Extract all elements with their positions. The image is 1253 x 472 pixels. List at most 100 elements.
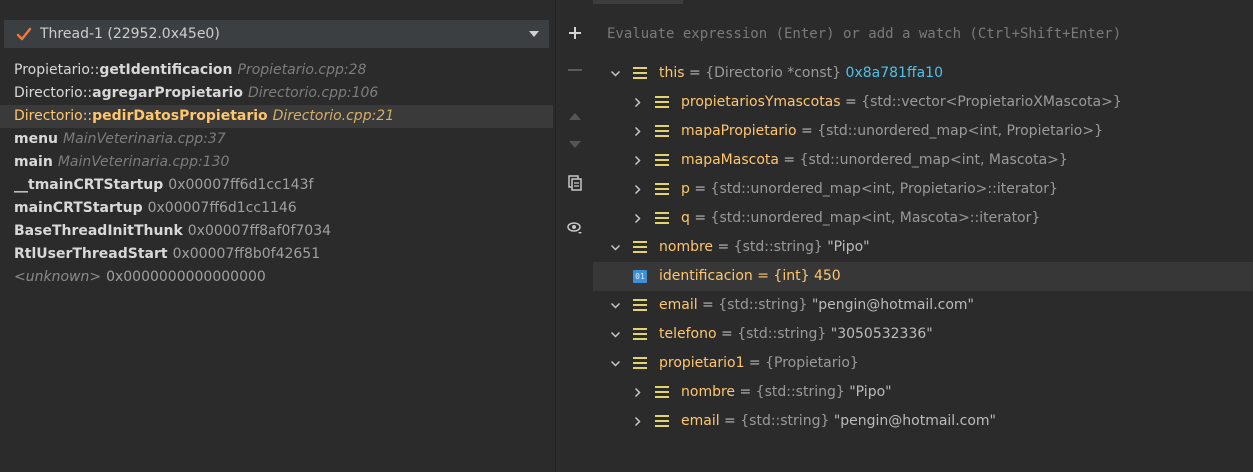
frame-fn-name: agregarPropietario xyxy=(92,85,243,101)
chevron-right-icon[interactable] xyxy=(633,417,642,426)
variable-type: {std::unordered_map<int, Propietario>} xyxy=(817,123,1103,139)
chevron-right-icon[interactable] xyxy=(633,388,642,397)
frame-unknown: <unknown> xyxy=(14,269,102,285)
frame-address: 0x00007ff8b0f42651 xyxy=(172,246,321,262)
variable-type: {std::unordered_map<int, Mascota>} xyxy=(799,152,1068,168)
variable-name: this xyxy=(659,65,685,81)
frame-list: Propietario::getIdentificacion Propietari… xyxy=(0,59,553,289)
struct-icon xyxy=(655,212,669,224)
struct-icon xyxy=(655,96,669,108)
variable-type: {Directorio *const} xyxy=(705,65,842,81)
chevron-down-icon[interactable] xyxy=(611,69,620,78)
frame-item[interactable]: Propietario::getIdentificacion Propietari… xyxy=(0,59,553,82)
variable-row-selected[interactable]: 01 identificacion = {int} 450 xyxy=(593,262,1253,291)
duplicate-icon xyxy=(568,175,582,191)
remove-watch-button[interactable] xyxy=(556,68,594,72)
frame-item[interactable]: BaseThreadInitThunk 0x00007ff8af0f7034 xyxy=(0,220,553,243)
move-down-button[interactable] xyxy=(556,141,594,149)
chevron-right-icon[interactable] xyxy=(633,185,642,194)
frame-location: Directorio.cpp:21 xyxy=(272,108,395,124)
thread-label: Thread-1 (22952.0x45e0) xyxy=(40,26,220,42)
variable-value: 0x8a781ffa10 xyxy=(845,65,943,81)
struct-icon xyxy=(655,154,669,166)
chevron-down-icon[interactable] xyxy=(611,301,620,310)
variable-value: "Pipo" xyxy=(849,384,892,400)
variable-row[interactable]: mapaMascota = {std::unordered_map<int, M… xyxy=(593,146,1253,175)
chevron-right-icon[interactable] xyxy=(633,127,642,136)
variable-row[interactable]: propietariosYmascotas = {std::vector<Pro… xyxy=(593,88,1253,117)
struct-icon xyxy=(655,125,669,137)
variable-name: mapaPropietario xyxy=(681,123,797,139)
frames-panel: Thread-1 (22952.0x45e0) Propietario::get… xyxy=(0,0,553,472)
struct-icon xyxy=(655,386,669,398)
move-up-button[interactable] xyxy=(556,112,594,120)
chevron-down-icon[interactable] xyxy=(529,31,539,37)
variable-type: {std::string} xyxy=(737,326,827,342)
frame-item[interactable]: RtlUserThreadStart 0x00007ff8b0f42651 xyxy=(0,243,553,266)
plus-icon xyxy=(569,27,581,39)
frame-address: 0x0000000000000000 xyxy=(106,269,266,285)
frame-address: 0x00007ff6d1cc1146 xyxy=(147,200,297,216)
variable-row[interactable]: q = {std::unordered_map<int, Mascota>::i… xyxy=(593,204,1253,233)
frame-fn-name: __tmainCRTStartup xyxy=(14,177,164,193)
chevron-down-icon[interactable] xyxy=(611,359,620,368)
variable-type: {std::vector<PropietarioXMascota>} xyxy=(861,94,1122,110)
duplicate-watch-button[interactable] xyxy=(556,175,594,191)
variable-row[interactable]: nombre = {std::string} "Pipo" xyxy=(593,233,1253,262)
chevron-right-icon[interactable] xyxy=(633,98,642,107)
variable-row[interactable]: nombre = {std::string} "Pipo" xyxy=(593,378,1253,407)
watch-input[interactable]: Evaluate expression (Enter) or add a wat… xyxy=(593,18,1253,50)
frame-item[interactable]: main MainVeterinaria.cpp:130 xyxy=(0,151,553,174)
variable-row[interactable]: mapaPropietario = {std::unordered_map<in… xyxy=(593,117,1253,146)
frame-fn-name: menu xyxy=(14,131,59,147)
struct-icon xyxy=(633,241,647,253)
chevron-down-icon[interactable] xyxy=(611,243,620,252)
struct-icon xyxy=(655,415,669,427)
show-watches-button[interactable] xyxy=(556,221,594,235)
variable-row[interactable]: p = {std::unordered_map<int, Propietario… xyxy=(593,175,1253,204)
frame-location: Directorio.cpp:106 xyxy=(247,85,379,101)
frame-item[interactable]: __tmainCRTStartup 0x00007ff6d1cc143f xyxy=(0,174,553,197)
add-watch-button[interactable] xyxy=(556,26,594,40)
frame-item[interactable]: mainCRTStartup 0x00007ff6d1cc1146 xyxy=(0,197,553,220)
variable-name: p xyxy=(681,181,690,197)
variable-type: {std::string} xyxy=(755,384,845,400)
chevron-right-icon[interactable] xyxy=(633,156,642,165)
check-icon xyxy=(16,27,32,41)
variable-value: 450 xyxy=(813,268,841,284)
frame-item[interactable]: <unknown> 0x0000000000000000 xyxy=(0,266,553,289)
frame-item[interactable]: Directorio::agregarPropietario Directorio… xyxy=(0,82,553,105)
variable-name: telefono xyxy=(659,326,717,342)
variable-type: {std::unordered_map<int, Propietario>::i… xyxy=(710,181,1058,197)
frame-item-selected[interactable]: Directorio::pedirDatosPropietario Directo… xyxy=(0,105,553,128)
frame-item[interactable]: menu MainVeterinaria.cpp:37 xyxy=(0,128,553,151)
arrow-up-icon xyxy=(569,113,581,120)
variable-type: {std::string} xyxy=(740,413,830,429)
variable-row[interactable]: propietario1 = {Propietario} xyxy=(593,349,1253,378)
frame-fn-name: RtlUserThreadStart xyxy=(14,246,168,262)
struct-icon xyxy=(633,328,647,340)
variable-type: {std::unordered_map<int, Mascota>::itera… xyxy=(710,210,1041,226)
frame-location: MainVeterinaria.cpp:37 xyxy=(63,131,226,147)
variable-type: {int} xyxy=(773,268,810,284)
chevron-right-icon[interactable] xyxy=(633,214,642,223)
frame-location: MainVeterinaria.cpp:130 xyxy=(57,154,230,170)
variable-name: nombre xyxy=(659,239,714,255)
variable-row[interactable]: telefono = {std::string} "3050532336" xyxy=(593,320,1253,349)
tab-accent xyxy=(593,0,683,4)
frame-fn-name: getIdentificacion xyxy=(99,62,233,78)
frame-fn-name: main xyxy=(14,154,53,170)
variable-row[interactable]: email = {std::string} "pengin@hotmail.co… xyxy=(593,291,1253,320)
frame-fn-name: BaseThreadInitThunk xyxy=(14,223,183,239)
variable-name: nombre xyxy=(681,384,736,400)
minus-icon xyxy=(568,69,582,71)
variable-name: q xyxy=(681,210,690,226)
variable-row[interactable]: this = {Directorio *const} 0x8a781ffa10 xyxy=(593,59,1253,88)
frame-fn: Directorio:: xyxy=(14,85,93,101)
variable-name: email xyxy=(681,413,720,429)
variable-name: propietariosYmascotas xyxy=(681,94,841,110)
chevron-down-icon[interactable] xyxy=(611,330,620,339)
variable-row[interactable]: email = {std::string} "pengin@hotmail.co… xyxy=(593,407,1253,436)
thread-selector[interactable]: Thread-1 (22952.0x45e0) xyxy=(4,20,549,48)
frame-address: 0x00007ff6d1cc143f xyxy=(168,177,314,193)
